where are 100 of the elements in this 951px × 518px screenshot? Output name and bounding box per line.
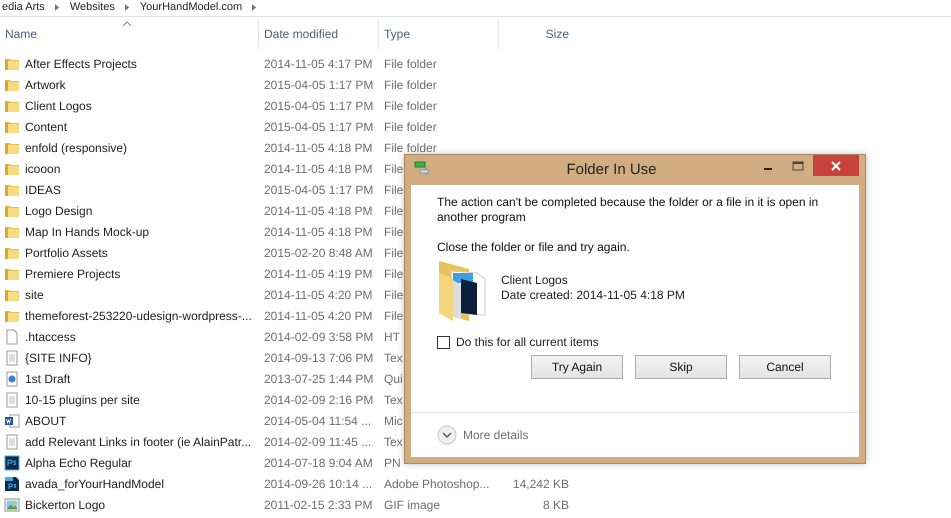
type-cell: File — [384, 288, 404, 302]
date-cell: 2014-11-05 4:18 PM — [264, 204, 373, 218]
date-cell: 2015-04-05 1:17 PM — [264, 78, 374, 92]
type-cell: File — [384, 308, 404, 322]
file-name[interactable]: 10-15 plugins per site — [25, 392, 140, 406]
text-file-icon — [4, 392, 20, 408]
file-name[interactable]: After Effects Projects — [25, 56, 137, 70]
text-file-icon — [4, 434, 20, 450]
breadcrumb-item[interactable]: edia Arts — [2, 1, 45, 13]
more-details-link[interactable]: More details — [463, 428, 528, 442]
date-cell: 2014-02-09 2:16 PM — [264, 392, 374, 406]
type-cell: File folder — [384, 78, 437, 92]
file-name[interactable]: ABOUT — [25, 414, 66, 428]
dialog-message: The action can't be completed because the folder or a file in it is open in another program — [437, 195, 820, 225]
file-name[interactable]: Logo Design — [25, 204, 92, 218]
file-name[interactable]: Artwork — [25, 78, 66, 92]
close-button[interactable] — [813, 155, 859, 176]
date-cell: 2015-04-05 1:17 PM — [264, 120, 374, 134]
type-cell: File — [384, 246, 404, 260]
type-cell: Adobe Photoshop... — [384, 476, 490, 490]
date-cell: 2015-04-05 1:17 PM — [264, 182, 374, 196]
column-header[interactable]: Type — [379, 19, 499, 49]
type-cell: GIF image — [384, 498, 440, 512]
item-name: Client Logos — [501, 273, 569, 288]
type-cell: Mic — [384, 414, 403, 428]
type-cell: Tex — [384, 392, 403, 406]
type-cell: File — [384, 224, 404, 238]
date-cell: 2015-02-20 8:48 AM — [264, 246, 373, 260]
dialog-button[interactable]: Cancel — [739, 355, 831, 379]
image-file-icon — [4, 496, 20, 512]
type-cell: File folder — [384, 140, 437, 154]
type-cell: Qui — [384, 372, 403, 386]
item-date: Date created: 2014-11-05 4:18 PM — [501, 288, 685, 303]
type-cell: File — [384, 204, 404, 218]
date-cell: 2014-11-05 4:20 PM — [264, 288, 373, 302]
type-cell: File — [384, 182, 404, 196]
date-cell: 2014-02-09 3:58 PM — [264, 330, 374, 344]
file-name[interactable]: {SITE INFO} — [25, 350, 92, 364]
breadcrumb-item[interactable]: YourHandModel.com — [140, 1, 242, 13]
dialog-title: Folder In Use — [565, 161, 658, 178]
file-name[interactable]: add Relevant Links in footer (ie AlainPatr... — [25, 434, 252, 448]
dialog-hint: Close the folder or file and try again. — [437, 240, 631, 255]
type-cell: File folder — [384, 120, 437, 134]
date-cell: 2014-11-05 4:20 PM — [264, 308, 373, 322]
chevron-icon — [252, 4, 258, 10]
file-name[interactable]: themeforest-253220-udesign-wordpress-... — [25, 308, 252, 322]
transfer-icon — [414, 161, 430, 175]
word-document-icon — [4, 412, 20, 428]
date-cell: 2014-02-09 11:45 ... — [264, 434, 372, 448]
type-cell: HT — [384, 330, 400, 344]
date-cell: 2015-04-05 1:17 PM — [264, 98, 374, 112]
date-cell: 2014-11-05 4:18 PM — [264, 162, 373, 176]
type-cell: File — [384, 266, 404, 280]
folder-icon — [437, 259, 487, 323]
checkbox[interactable] — [437, 336, 450, 348]
text-file-icon — [4, 350, 20, 366]
checkbox-label: Do this for all current items — [456, 335, 599, 349]
file-name[interactable]: IDEAS — [25, 182, 62, 196]
file-name[interactable]: Bickerton Logo — [25, 498, 106, 512]
file-name[interactable]: Alpha Echo Regular — [25, 456, 132, 470]
file-name[interactable]: .htaccess — [25, 330, 76, 344]
size-cell: 14,242 KB — [512, 476, 569, 490]
type-cell: Tex — [384, 434, 403, 448]
breadcrumb-item[interactable]: Websites — [70, 1, 115, 13]
file-name[interactable]: Map In Hands Mock-up — [25, 224, 150, 238]
dialog-button[interactable]: Try Again — [531, 355, 623, 379]
close-icon — [831, 160, 841, 170]
file-name[interactable]: Portfolio Assets — [25, 246, 108, 260]
type-cell: Tex — [384, 350, 403, 364]
file-name[interactable]: Premiere Projects — [25, 266, 120, 280]
file-name[interactable]: avada_forYourHandModel — [25, 476, 164, 490]
file-name[interactable]: 1st Draft — [25, 372, 70, 386]
type-cell: File folder — [384, 98, 437, 112]
file-name[interactable]: site — [25, 288, 44, 302]
date-cell: 2014-07-18 9:04 AM — [264, 456, 373, 470]
type-cell: File — [384, 162, 404, 176]
date-cell: 2014-05-04 11:54 ... — [264, 414, 372, 428]
column-header[interactable]: Name — [0, 19, 259, 49]
date-cell: 2011-02-15 2:33 PM — [264, 498, 373, 512]
file-name[interactable]: Content — [25, 120, 68, 134]
photoshop-icon — [4, 454, 20, 470]
file-name[interactable]: icooon — [25, 162, 60, 176]
size-cell: 8 KB — [542, 498, 569, 512]
file-name[interactable]: Client Logos — [25, 98, 92, 112]
photoshop-file-icon — [4, 476, 20, 492]
column-header[interactable]: Date modified — [259, 19, 379, 49]
date-cell: 2014-11-05 4:17 PM — [264, 56, 373, 70]
date-cell: 2014-11-05 4:19 PM — [264, 266, 373, 280]
expand-icon[interactable] — [437, 425, 457, 445]
date-cell: 2013-07-25 1:44 PM — [264, 372, 374, 386]
date-cell: 2014-09-13 7:06 PM — [264, 350, 374, 364]
column-header[interactable]: Size — [499, 19, 569, 49]
type-cell: PN — [384, 456, 401, 470]
date-cell: 2014-11-05 4:18 PM — [264, 140, 373, 154]
date-cell: 2014-11-05 4:18 PM — [264, 224, 373, 238]
file-icon — [4, 328, 20, 344]
date-cell: 2014-09-26 10:14 ... — [264, 476, 372, 490]
file-name[interactable]: enfold (responsive) — [25, 140, 128, 154]
media-file-icon — [4, 370, 20, 386]
dialog-button[interactable]: Skip — [635, 355, 727, 379]
